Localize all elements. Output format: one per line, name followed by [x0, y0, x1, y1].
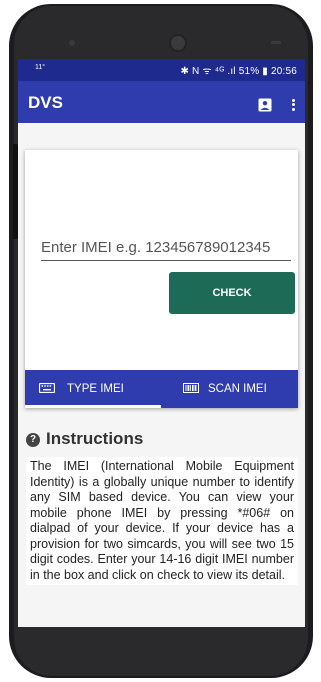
status-left-text: 11°: [35, 64, 46, 71]
front-camera: [169, 34, 187, 52]
imei-card: CHECK TYPE IMEI: [25, 150, 298, 408]
tab-type-imei-label: TYPE IMEI: [67, 383, 124, 395]
app-bar: DVS: [18, 81, 305, 123]
tab-scan-imei[interactable]: SCAN IMEI: [161, 370, 298, 408]
imei-input[interactable]: [41, 234, 291, 261]
earpiece: [271, 41, 281, 44]
tab-selected-indicator: [25, 405, 161, 408]
help-circle-icon: ?: [26, 433, 40, 447]
tab-type-imei[interactable]: TYPE IMEI: [25, 370, 161, 408]
instructions-text: The IMEI (International Mobile Equipment…: [26, 457, 298, 585]
barcode-icon: [183, 383, 199, 393]
check-button[interactable]: CHECK: [169, 272, 295, 314]
more-vert-icon[interactable]: [290, 97, 296, 113]
account-box-icon[interactable]: [258, 98, 272, 112]
instructions-heading: ? Instructions: [26, 429, 143, 449]
keyboard-icon: [39, 383, 55, 393]
tab-bar: TYPE IMEI SCAN IMEI: [25, 370, 298, 408]
app-title: DVS: [28, 93, 63, 112]
status-bar: 11° ✱ N ᯤ ⁴ᴳ .ıl 51% ▮ 20:56: [18, 59, 305, 81]
phone-screen: 11° ✱ N ᯤ ⁴ᴳ .ıl 51% ▮ 20:56 DVS CHECK: [18, 59, 305, 627]
tab-scan-imei-label: SCAN IMEI: [208, 383, 267, 395]
instructions-title: Instructions: [46, 429, 144, 448]
status-right-text: ✱ N ᯤ ⁴ᴳ .ıl 51% ▮ 20:56: [180, 66, 297, 77]
proximity-sensor: [69, 40, 75, 46]
